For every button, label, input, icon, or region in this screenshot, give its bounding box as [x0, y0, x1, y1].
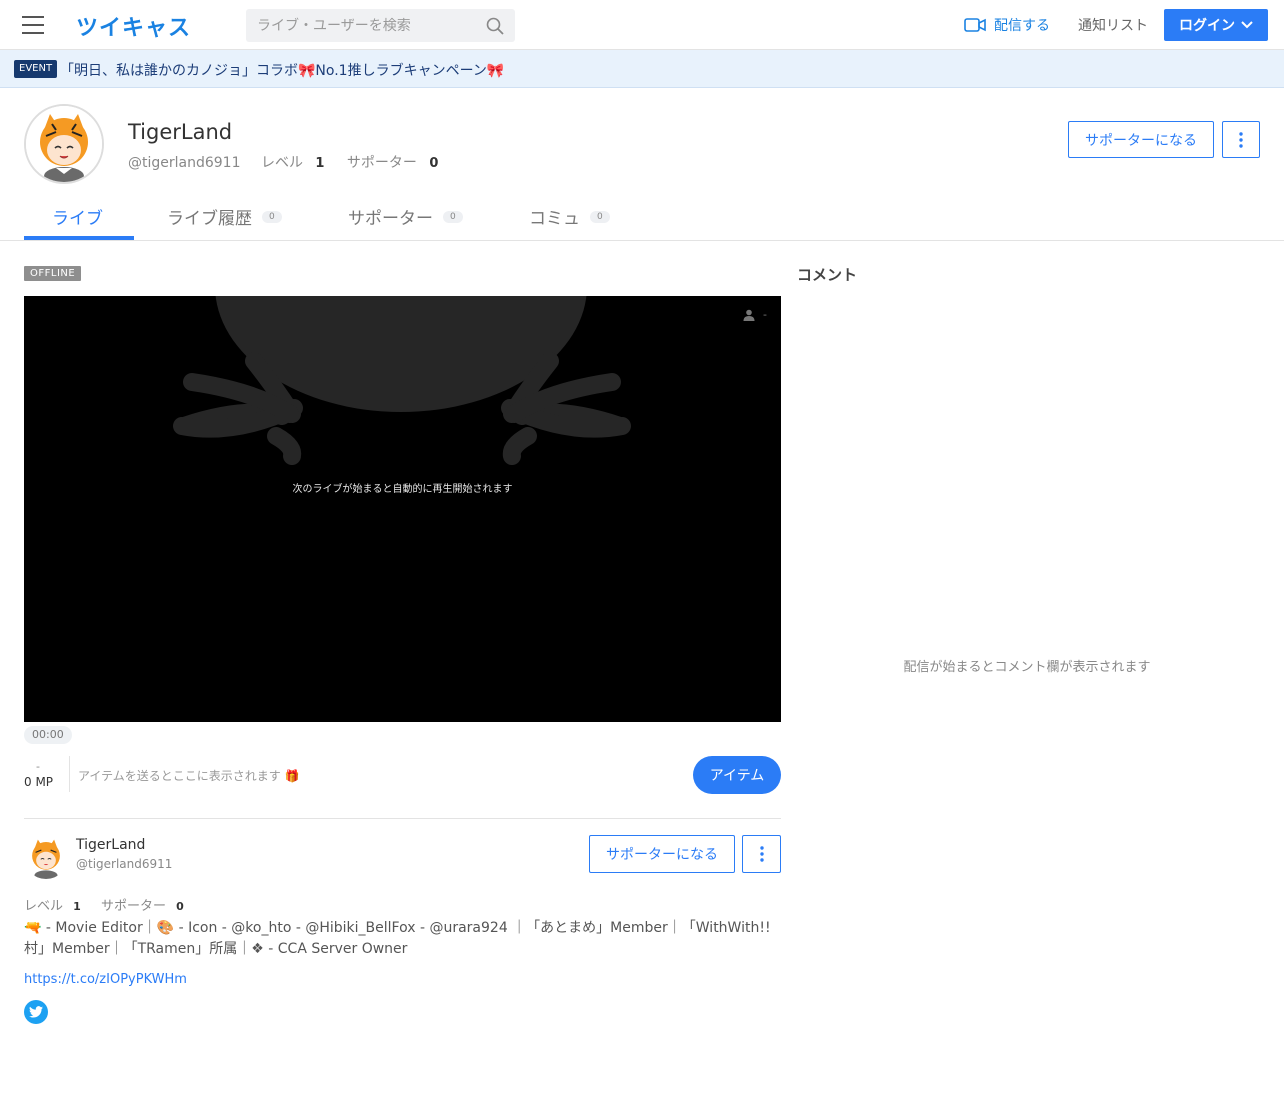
event-badge: EVENT	[14, 60, 58, 78]
supporter-count: 0	[176, 900, 184, 913]
tab-count: 0	[590, 210, 610, 223]
kebab-icon	[1239, 131, 1243, 148]
login-label: ログイン	[1179, 18, 1235, 34]
search-icon[interactable]	[485, 16, 505, 36]
player-message: 次のライブが始まると自動的に再生開始されます	[292, 484, 513, 495]
site-logo[interactable]: ツイキャス	[76, 10, 191, 42]
tab-community[interactable]: コミュ 0	[529, 204, 610, 229]
become-supporter-button[interactable]: サポーターになる	[1068, 121, 1214, 158]
divider	[69, 756, 70, 792]
avatar-small[interactable]	[24, 835, 68, 879]
tab-label: ライブ履歴	[167, 209, 252, 229]
lower-profile-name: TigerLand	[76, 837, 146, 853]
tab-label: コミュ	[529, 209, 580, 229]
lower-profile-handle: @tigerland6911	[76, 857, 173, 871]
timecode: 00:00	[24, 726, 72, 744]
profile-handle: @tigerland6911	[128, 155, 241, 171]
profile-meta: @tigerland6911 レベル 1 サポーター 0	[128, 152, 438, 172]
twitter-bird	[29, 1006, 43, 1018]
profile-name: TigerLand	[128, 120, 233, 144]
event-text[interactable]: 「明日、私は誰かのカノジョ」コラボ🎀No.1推しラブキャンペーン🎀	[60, 60, 504, 80]
supporter-label: サポーター	[346, 155, 417, 171]
mp-value: 0 MP	[24, 775, 54, 789]
supporter-count: 0	[429, 156, 439, 171]
active-tab-indicator	[24, 236, 134, 240]
more-options-button[interactable]	[742, 835, 781, 873]
profile-bio: 🔫 - Movie Editor｜🎨 - Icon - @ko_hto - @H…	[24, 920, 771, 957]
mp-box: - 0 MP	[24, 760, 70, 789]
lower-profile-meta: レベル 1 サポーター 0	[24, 895, 184, 914]
divider	[24, 818, 781, 819]
item-button[interactable]: アイテム	[693, 756, 781, 794]
mp-dash: -	[36, 760, 40, 773]
login-button[interactable]: ログイン	[1164, 9, 1268, 41]
tab-count: 0	[262, 210, 282, 223]
tab-live-history[interactable]: ライブ履歴 0	[167, 204, 282, 229]
profile-link[interactable]: https://t.co/zIOPyPKWHm	[24, 972, 187, 987]
site-header: ツイキャス 配信する 通知リスト ログイン	[0, 0, 1284, 50]
level-label: レベル	[24, 899, 64, 914]
kebab-icon	[759, 846, 764, 862]
mascot-silhouette	[173, 296, 631, 465]
profile-tabs: ライブ ライブ履歴 0 サポーター 0 コミュ 0	[0, 196, 1284, 241]
tab-label: ライブ	[52, 209, 103, 229]
tab-count: 0	[443, 210, 463, 223]
person-icon	[743, 309, 755, 321]
level-value: 1	[73, 900, 81, 913]
item-hint: アイテムを送るとここに表示されます 🎁	[78, 769, 300, 783]
search-input[interactable]	[246, 9, 476, 42]
avatar[interactable]	[24, 104, 104, 184]
event-banner[interactable]: EVENT 「明日、私は誰かのカノジョ」コラボ🎀No.1推しラブキャンペーン🎀	[0, 50, 1284, 88]
comments-placeholder: 配信が始まるとコメント欄が表示されます	[903, 660, 1151, 675]
level-label: レベル	[260, 155, 303, 171]
supporter-label: サポーター	[100, 899, 166, 914]
hamburger-icon[interactable]	[22, 16, 44, 34]
avatar-image	[24, 835, 68, 879]
search-box	[246, 9, 515, 42]
avatar-image	[26, 106, 102, 182]
video-player[interactable]: - 次のライブが始まると自動的に再生開始されます	[24, 296, 781, 722]
chevron-down-icon	[1241, 21, 1253, 29]
viewer-count: -	[743, 308, 767, 321]
notify-list-link[interactable]: 通知リスト	[1078, 15, 1148, 35]
stream-button[interactable]: 配信する	[964, 14, 1050, 36]
become-supporter-button[interactable]: サポーターになる	[589, 835, 735, 873]
comments-title: コメント	[797, 266, 858, 284]
tab-supporters[interactable]: サポーター 0	[348, 204, 463, 229]
viewer-count-value: -	[763, 308, 767, 321]
more-options-button[interactable]	[1222, 121, 1260, 158]
level-value: 1	[315, 156, 325, 171]
twitter-icon[interactable]	[24, 1000, 48, 1024]
video-camera-icon	[964, 18, 986, 32]
tab-live[interactable]: ライブ	[52, 204, 103, 229]
offline-badge: OFFLINE	[24, 266, 82, 281]
tab-label: サポーター	[348, 209, 433, 229]
stream-label: 配信する	[994, 18, 1050, 34]
